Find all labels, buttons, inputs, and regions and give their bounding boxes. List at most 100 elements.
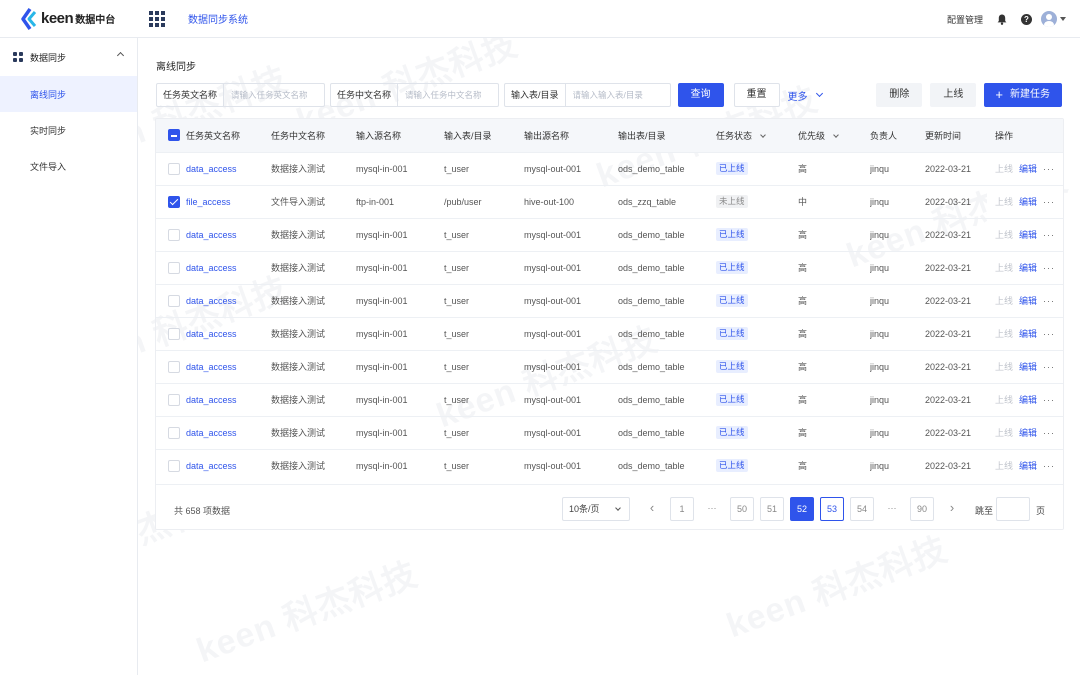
row-edit-action[interactable]: 编辑 — [1019, 461, 1037, 471]
row-online-action[interactable]: 上线 — [995, 395, 1013, 405]
row-more-icon[interactable]: ··· — [1043, 230, 1055, 240]
select-all-checkbox[interactable] — [168, 129, 180, 142]
page-button-current[interactable]: 52 — [790, 497, 814, 521]
row-checkbox[interactable] — [168, 459, 180, 472]
row-more-icon[interactable]: ··· — [1043, 329, 1055, 339]
row-checkbox[interactable] — [168, 393, 180, 406]
row-online-action[interactable]: 上线 — [995, 329, 1013, 339]
row-more-icon[interactable]: ··· — [1043, 461, 1055, 471]
row-edit-action[interactable]: 编辑 — [1019, 329, 1037, 339]
task-en-name-link[interactable]: data_access — [186, 461, 237, 471]
table-row[interactable]: data_access 数据接入测试 mysql-in-001 t_user mysql… — [156, 250, 1063, 284]
row-online-action[interactable]: 上线 — [995, 263, 1013, 273]
row-checkbox[interactable] — [168, 162, 180, 175]
task-en-name-link[interactable]: data_access — [186, 230, 237, 240]
delete-button[interactable]: 删除 — [876, 83, 923, 107]
row-more-icon[interactable]: ··· — [1043, 197, 1055, 207]
task-en-name-link[interactable]: file_access — [186, 197, 231, 207]
jump-page-input[interactable] — [996, 497, 1030, 521]
reset-button[interactable]: 重置 — [733, 83, 780, 107]
next-page-button[interactable]: › — [940, 497, 964, 521]
row-more-icon[interactable]: ··· — [1043, 263, 1055, 273]
system-title[interactable]: 数据同步系统 — [188, 11, 248, 26]
row-online-action[interactable]: 上线 — [995, 461, 1013, 471]
row-more-icon[interactable]: ··· — [1043, 164, 1055, 174]
status-col-header[interactable]: 任务状态 — [716, 119, 798, 152]
table-row[interactable]: data_access 数据接入测试 mysql-in-001 t_user mysql… — [156, 283, 1063, 317]
row-checkbox[interactable] — [168, 195, 180, 208]
help-icon[interactable]: ? — [1021, 13, 1032, 25]
row-edit-action[interactable]: 编辑 — [1019, 428, 1037, 438]
row-online-action[interactable]: 上线 — [995, 296, 1013, 306]
row-checkbox[interactable] — [168, 360, 180, 373]
row-edit-action[interactable]: 编辑 — [1019, 395, 1037, 405]
app-grid-icon[interactable] — [149, 10, 165, 27]
user-avatar[interactable] — [1041, 11, 1057, 27]
prev-page-button[interactable]: ‹ — [640, 497, 664, 521]
page-button[interactable]: 90 — [910, 497, 934, 521]
input-table-input[interactable] — [565, 84, 670, 106]
table-row[interactable]: data_access 数据接入测试 mysql-in-001 t_user mysql… — [156, 382, 1063, 416]
task-en-name-link[interactable]: data_access — [186, 263, 237, 273]
more-filters-toggle[interactable]: 更多 — [788, 88, 823, 103]
row-online-action[interactable]: 上线 — [995, 362, 1013, 372]
row-edit-action[interactable]: 编辑 — [1019, 296, 1037, 306]
config-management-link[interactable]: 配置管理 — [947, 13, 983, 26]
row-checkbox[interactable] — [168, 228, 180, 241]
task-en-name-link[interactable]: data_access — [186, 164, 237, 174]
en-name-input[interactable] — [224, 84, 325, 106]
chevron-down-icon[interactable] — [833, 131, 839, 138]
row-checkbox[interactable] — [168, 327, 180, 340]
table-row[interactable]: data_access 数据接入测试 mysql-in-001 t_user mysql… — [156, 316, 1063, 350]
task-en-name-link[interactable]: data_access — [186, 362, 237, 372]
sidebar-item-realtime-sync[interactable]: 实时同步 — [0, 112, 137, 148]
table-row[interactable]: data_access 数据接入测试 mysql-in-001 t_user mysql… — [156, 217, 1063, 251]
sidebar-item-offline-sync[interactable]: 离线同步 — [0, 76, 137, 112]
task-en-name-link[interactable]: data_access — [186, 428, 237, 438]
row-checkbox[interactable] — [168, 426, 180, 439]
brand-logo[interactable]: keen 数据中台 — [20, 7, 145, 30]
table-row[interactable]: data_access 数据接入测试 mysql-in-001 t_user mysql… — [156, 415, 1063, 449]
row-checkbox[interactable] — [168, 261, 180, 274]
chevron-down-icon[interactable] — [1060, 17, 1066, 21]
page-ellipsis[interactable]: ··· — [880, 497, 904, 521]
sidebar-item-file-import[interactable]: 文件导入 — [0, 148, 137, 184]
page-button[interactable]: 53 — [820, 497, 844, 521]
table-row[interactable]: data_access 数据接入测试 mysql-in-001 t_user mysql… — [156, 349, 1063, 383]
sidebar-group-data-sync[interactable]: 数据同步 — [0, 38, 137, 76]
row-edit-action[interactable]: 编辑 — [1019, 362, 1037, 372]
batch-online-button[interactable]: 上线 — [930, 83, 977, 107]
row-more-icon[interactable]: ··· — [1043, 395, 1055, 405]
chevron-down-icon[interactable] — [760, 131, 766, 138]
query-button[interactable]: 查询 — [677, 83, 724, 107]
new-task-button[interactable]: + 新建任务 — [984, 83, 1062, 107]
task-en-name-link[interactable]: data_access — [186, 395, 237, 405]
table-row[interactable]: data_access 数据接入测试 mysql-in-001 t_user mysql… — [156, 151, 1063, 185]
page-button[interactable]: 50 — [730, 497, 754, 521]
page-size-select[interactable]: 10条/页 — [562, 497, 630, 521]
row-online-action[interactable]: 上线 — [995, 197, 1013, 207]
row-online-action[interactable]: 上线 — [995, 164, 1013, 174]
row-online-action[interactable]: 上线 — [995, 428, 1013, 438]
page-button[interactable]: 51 — [760, 497, 784, 521]
row-edit-action[interactable]: 编辑 — [1019, 263, 1037, 273]
row-more-icon[interactable]: ··· — [1043, 428, 1055, 438]
priority-col-header[interactable]: 优先级 — [798, 119, 870, 152]
row-more-icon[interactable]: ··· — [1043, 296, 1055, 306]
task-en-name-link[interactable]: data_access — [186, 296, 237, 306]
page-button[interactable]: 1 — [670, 497, 694, 521]
row-checkbox[interactable] — [168, 294, 180, 307]
row-more-icon[interactable]: ··· — [1043, 362, 1055, 372]
row-online-action[interactable]: 上线 — [995, 230, 1013, 240]
page-button[interactable]: 54 — [850, 497, 874, 521]
row-edit-action[interactable]: 编辑 — [1019, 164, 1037, 174]
task-en-name-link[interactable]: data_access — [186, 329, 237, 339]
chevron-up-icon[interactable] — [116, 51, 125, 60]
table-row[interactable]: file_access 文件导入测试 ftp-in-001/pub/user hive… — [156, 184, 1063, 218]
table-row[interactable]: data_access 数据接入测试 mysql-in-001 t_user mysql… — [156, 448, 1063, 482]
page-ellipsis[interactable]: ··· — [700, 497, 724, 521]
row-edit-action[interactable]: 编辑 — [1019, 230, 1037, 240]
row-edit-action[interactable]: 编辑 — [1019, 197, 1037, 207]
cn-name-input[interactable] — [398, 84, 499, 106]
bell-icon[interactable] — [997, 14, 1007, 25]
